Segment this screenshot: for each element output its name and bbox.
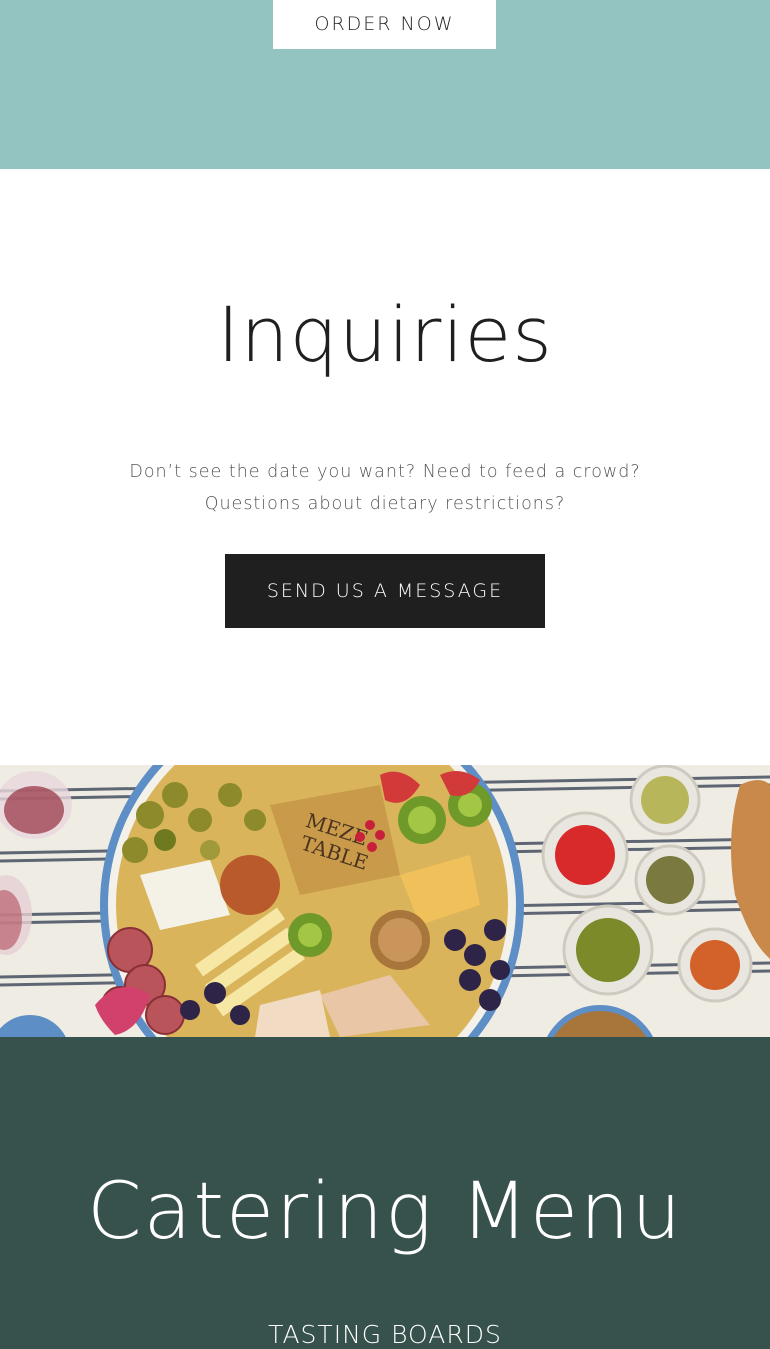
inquiries-title: Inquiries <box>217 290 553 379</box>
inquiries-line-2: Questions about dietary restrictions? <box>204 494 566 514</box>
inquiries-section: Inquiries Don’t see the date you want? N… <box>0 169 770 765</box>
meze-board-photo: MEZE TABLE <box>0 765 770 1037</box>
order-section: ORDER NOW <box>0 0 770 169</box>
inquiries-description: Don’t see the date you want? Need to fee… <box>0 456 770 520</box>
send-message-button[interactable]: SEND US A MESSAGE <box>225 554 545 628</box>
order-now-label: ORDER NOW <box>314 12 455 35</box>
inquiries-line-1: Don’t see the date you want? Need to fee… <box>129 462 641 482</box>
catering-title: Catering Menu <box>87 1167 683 1257</box>
order-now-button[interactable]: ORDER NOW <box>273 0 496 49</box>
catering-section: Catering Menu TASTING BOARDS <box>0 1037 770 1349</box>
send-message-label: SEND US A MESSAGE <box>266 580 504 602</box>
tasting-boards-heading: TASTING BOARDS <box>268 1320 502 1349</box>
